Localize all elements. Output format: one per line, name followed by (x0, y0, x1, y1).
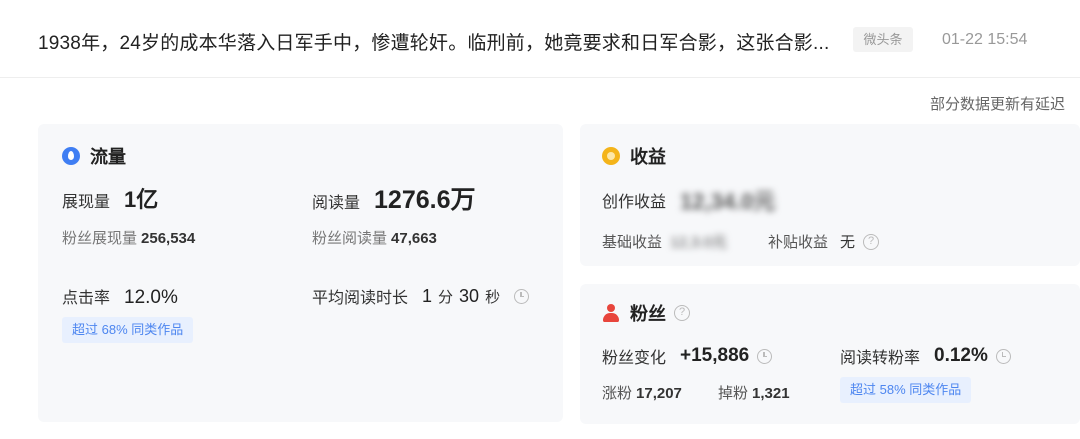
fans-lost: 掉粉 1,321 (718, 382, 790, 403)
minute-unit: 分 (438, 288, 454, 306)
subsidy-label: 补贴收益 (768, 234, 829, 251)
ctr-value: 12.0% (124, 287, 178, 308)
reads-value: 1276.6万 (374, 186, 476, 214)
drop-icon (62, 147, 80, 165)
creation-income-label: 创作收益 (602, 194, 667, 211)
fans-lost-value: 1,321 (752, 385, 790, 402)
source-tag: 微头条 (853, 27, 913, 52)
fan-change-metric: 粉丝变化 +15,886 (602, 344, 773, 368)
fans-gained: 涨粉 17,207 (602, 382, 682, 403)
reads-label: 阅读量 (312, 195, 361, 212)
avg-read-seconds: 30 (459, 285, 480, 306)
help-icon[interactable]: ? (674, 305, 690, 321)
clock-icon[interactable] (995, 348, 1011, 364)
impressions-value: 1亿 (124, 187, 159, 212)
income-card: 收益 创作收益 12,34.0元 基础收益 12,3.0元 补贴收益 无 ? (580, 124, 1080, 266)
fan-impressions-value: 256,534 (141, 230, 196, 247)
subsidy-value: 无 (840, 234, 856, 251)
ctr-badge: 超过 68% 同类作品 (62, 317, 194, 343)
fans-gained-label: 涨粉 (602, 385, 633, 402)
fans-title: 粉丝 ? (602, 300, 690, 326)
conversion-value: 0.12% (934, 345, 988, 366)
impressions-label: 展现量 (62, 194, 111, 211)
person-icon (602, 304, 620, 322)
income-title: 收益 (602, 143, 666, 169)
impressions-metric: 展现量 1亿 (62, 182, 158, 214)
fans-lost-label: 掉粉 (718, 385, 749, 402)
conversion-badge: 超过 58% 同类作品 (840, 377, 972, 403)
ctr-label: 点击率 (62, 290, 111, 307)
conversion-label: 阅读转粉率 (840, 350, 921, 367)
fan-reads-value: 47,663 (391, 230, 437, 247)
fans-title-label: 粉丝 (630, 304, 666, 324)
avg-read-time-metric: 平均阅读时长 1 分 30 秒 (312, 284, 530, 308)
traffic-card: 流量 展现量 1亿 粉丝展现量 256,534 阅读量 1276.6万 粉丝阅读量… (38, 124, 563, 422)
clock-icon[interactable] (757, 348, 773, 364)
avg-read-minutes: 1 (422, 285, 433, 306)
fan-impressions-label: 粉丝展现量 (62, 230, 138, 247)
avg-read-label: 平均阅读时长 (312, 290, 409, 307)
creation-income-value: 12,34.0元 (680, 189, 776, 214)
data-delay-note: 部分数据更新有延迟 (930, 96, 1066, 113)
fan-reads: 粉丝阅读量 47,663 (312, 227, 437, 248)
fan-impressions: 粉丝展现量 256,534 (62, 227, 195, 248)
article-header: 1938年，24岁的成本华落入日军手中，惨遭轮奸。临刑前，她竟要求和日军合影，这… (0, 0, 1080, 78)
base-income-value: 12,3.0元 (670, 234, 727, 251)
creation-income-metric: 创作收益 12,34.0元 (602, 184, 775, 216)
base-income-label: 基础收益 (602, 234, 663, 251)
coin-icon (602, 147, 620, 165)
second-unit: 秒 (485, 288, 501, 306)
help-icon[interactable]: ? (863, 233, 880, 250)
article-title[interactable]: 1938年，24岁的成本华落入日军手中，惨遭轮奸。临刑前，她竟要求和日军合影，这… (38, 28, 829, 55)
fan-change-label: 粉丝变化 (602, 350, 667, 367)
conversion-metric: 阅读转粉率 0.12% (840, 344, 1011, 368)
subsidy-income: 补贴收益 无 ? (768, 231, 880, 252)
income-title-label: 收益 (630, 147, 666, 167)
traffic-title-label: 流量 (90, 147, 126, 167)
reads-metric: 阅读量 1276.6万 (312, 180, 475, 216)
fan-reads-label: 粉丝阅读量 (312, 230, 388, 247)
fans-card: 粉丝 ? 粉丝变化 +15,886 涨粉 17,207 掉粉 1,321 阅读转粉率… (580, 284, 1080, 424)
fan-change-value: +15,886 (680, 345, 750, 366)
publish-time: 01-22 15:54 (942, 31, 1028, 48)
fans-gained-value: 17,207 (636, 385, 682, 402)
traffic-title: 流量 (62, 143, 126, 169)
ctr-metric: 点击率 12.0% (62, 284, 178, 309)
clock-icon[interactable] (514, 288, 530, 304)
base-income: 基础收益 12,3.0元 (602, 231, 727, 252)
